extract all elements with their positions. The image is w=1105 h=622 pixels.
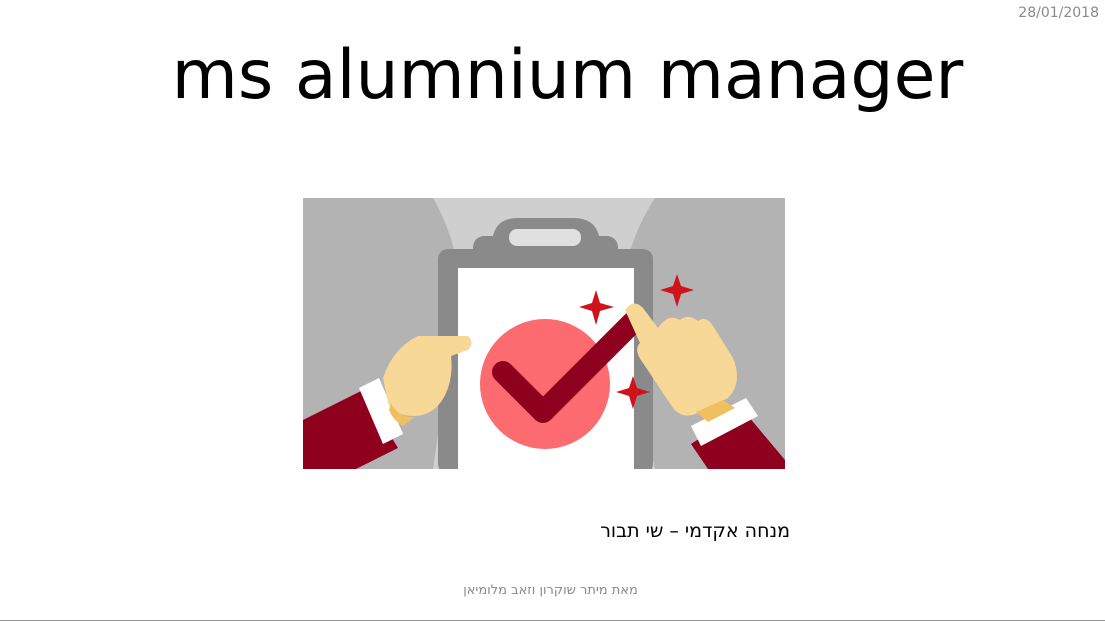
slide-footer: מאת מיתר שוקרון וזאב מלומיאן bbox=[463, 583, 638, 598]
clipboard-checkmark-illustration bbox=[303, 198, 785, 469]
clipboard-clip-hole bbox=[509, 229, 581, 246]
slide-subtitle: מנחה אקדמי – שי תבור bbox=[600, 520, 790, 542]
slide-date: 28/01/2018 bbox=[1018, 5, 1099, 21]
slide-title: ms alumnium manager bbox=[171, 36, 964, 115]
slide: 28/01/2018 ms alumnium manager מנחה אקדמ… bbox=[0, 0, 1105, 621]
